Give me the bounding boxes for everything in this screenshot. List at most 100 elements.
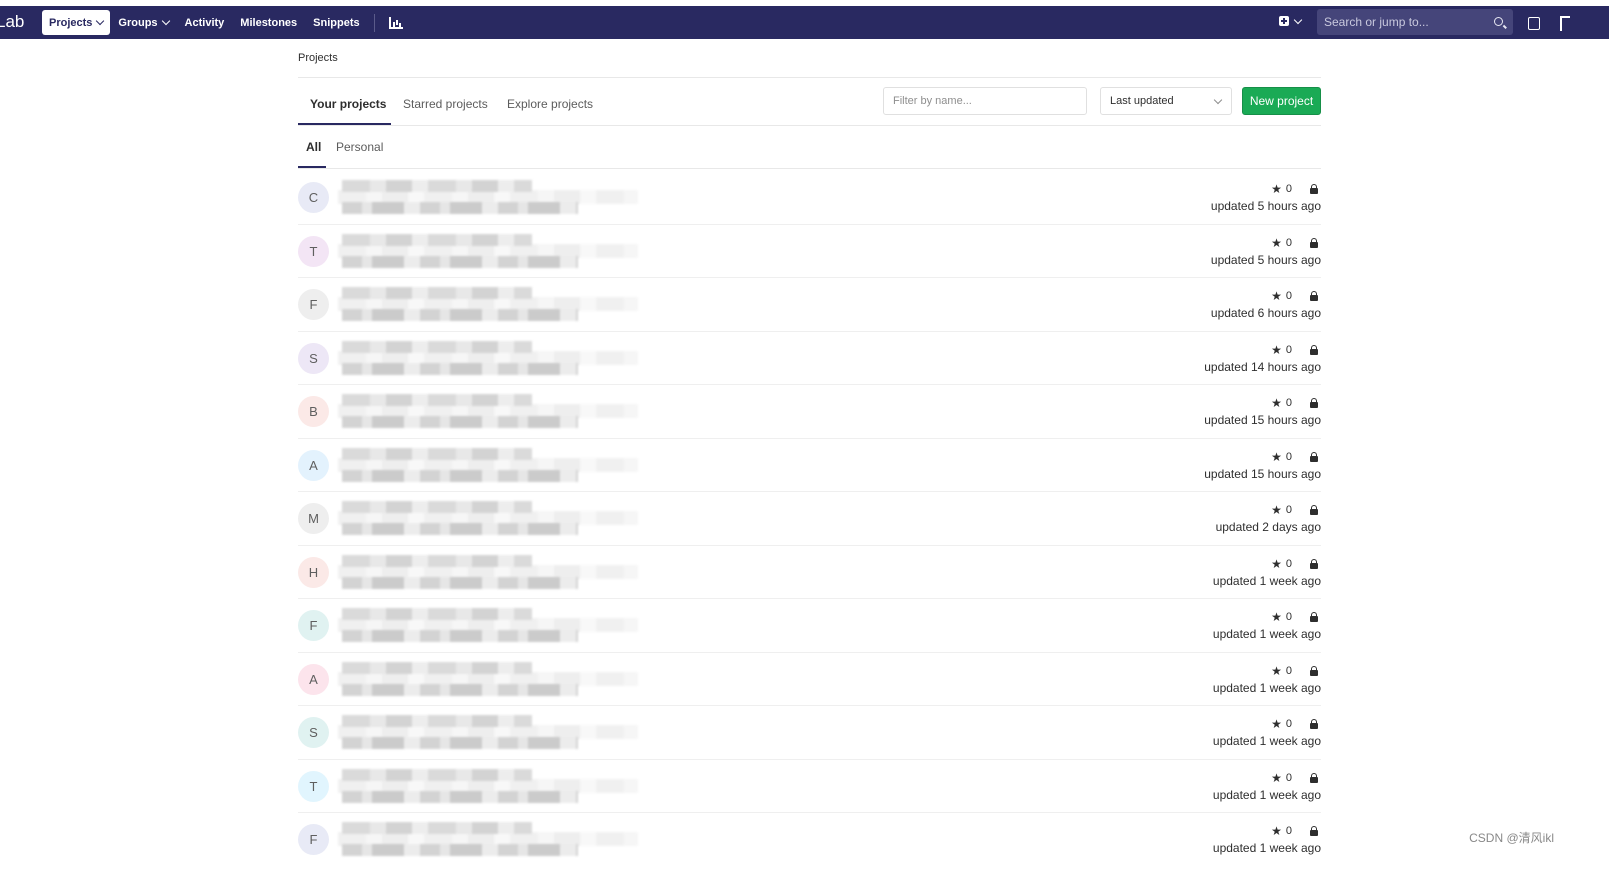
updated-time: updated 5 hours ago [1210, 199, 1321, 213]
nav-groups[interactable]: Groups [110, 10, 176, 35]
redacted-project-description [342, 362, 578, 375]
project-stats: ★ 0 [1213, 557, 1321, 571]
project-avatar[interactable]: M [298, 503, 329, 534]
star-count: 0 [1285, 183, 1292, 195]
project-avatar[interactable]: F [298, 824, 329, 855]
sort-selected-value: Last updated [1110, 95, 1174, 107]
new-project-button[interactable]: New project [1242, 87, 1321, 115]
updated-time: updated 15 hours ago [1204, 466, 1321, 481]
tab-your-projects[interactable]: Your projects [310, 97, 386, 111]
merge-request-icon[interactable] [1560, 16, 1570, 31]
chevron-down-icon [96, 16, 105, 26]
lock-icon [1310, 612, 1318, 622]
star-icon[interactable]: ★ [1271, 611, 1282, 623]
subtab-all[interactable]: All [306, 140, 321, 154]
subtab-personal[interactable]: Personal [336, 140, 383, 154]
nav-projects[interactable]: Projects [42, 10, 111, 35]
gitlab-logo[interactable]: Lab [0, 12, 24, 32]
chevron-down-icon [1293, 15, 1303, 24]
star-icon[interactable]: ★ [1271, 344, 1282, 356]
todo-icon[interactable] [1528, 17, 1540, 30]
star-icon[interactable]: ★ [1271, 237, 1282, 249]
project-row[interactable]: C ★ 0 updated 5 hours ago [298, 171, 1321, 225]
search-input[interactable]: Search or jump to... [1317, 9, 1513, 35]
lock-icon [1310, 772, 1318, 783]
project-row[interactable]: S ★ 0 updated 14 hours ago [298, 332, 1321, 385]
star-icon[interactable]: ★ [1271, 665, 1282, 677]
project-avatar[interactable]: H [298, 556, 329, 588]
star-icon[interactable]: ★ [1271, 772, 1282, 784]
redacted-project-name[interactable] [342, 233, 532, 246]
star-icon[interactable]: ★ [1271, 825, 1282, 837]
nav-snippets[interactable]: Snippets [305, 10, 367, 35]
nav-projects-label: Projects [49, 16, 93, 29]
redacted-project-name[interactable] [342, 554, 532, 567]
redacted-project-name[interactable] [342, 287, 532, 299]
filter-by-name-input[interactable]: Filter by name... [883, 87, 1087, 115]
chart-icon[interactable] [388, 16, 403, 29]
breadcrumb[interactable]: Projects [298, 52, 338, 64]
updated-time: updated 5 hours ago [1210, 252, 1321, 267]
nav-milestones-label: Milestones [240, 16, 298, 29]
redacted-project-name[interactable] [342, 447, 532, 460]
project-avatar[interactable]: B [298, 396, 329, 427]
project-avatar[interactable]: A [298, 663, 329, 695]
nav-milestones[interactable]: Milestones [232, 10, 305, 35]
redacted-project-description [342, 309, 578, 321]
star-icon[interactable]: ★ [1271, 558, 1282, 570]
redacted-project-description [342, 255, 578, 268]
project-meta: ★ 0 updated 5 hours ago [1211, 182, 1321, 213]
tab-explore-projects[interactable]: Explore projects [507, 97, 593, 111]
star-icon[interactable]: ★ [1271, 504, 1282, 516]
project-row[interactable]: F ★ 0 updated 6 hours ago [298, 278, 1321, 332]
redacted-project-name[interactable] [342, 501, 532, 513]
updated-time: updated 1 week ago [1212, 627, 1321, 641]
star-icon[interactable]: ★ [1271, 718, 1282, 730]
new-dropdown-button[interactable] [1279, 15, 1303, 26]
redacted-project-name[interactable] [342, 340, 532, 353]
star-icon[interactable]: ★ [1271, 290, 1282, 302]
redacted-project-name[interactable] [342, 180, 532, 192]
redacted-project-name[interactable] [342, 608, 532, 620]
updated-time: updated 2 days ago [1215, 520, 1321, 534]
project-avatar[interactable]: T [298, 770, 329, 802]
project-avatar[interactable]: T [298, 235, 329, 267]
project-row[interactable]: S ★ 0 updated 1 week ago [298, 706, 1321, 760]
project-avatar[interactable]: F [298, 610, 329, 641]
project-row[interactable]: H ★ 0 updated 1 week ago [298, 546, 1321, 599]
chevron-down-icon [1213, 95, 1223, 105]
star-icon[interactable]: ★ [1271, 183, 1282, 195]
lock-icon [1310, 558, 1318, 569]
project-avatar[interactable]: C [298, 182, 329, 213]
project-avatar[interactable]: A [298, 449, 329, 481]
star-count: 0 [1285, 557, 1292, 570]
project-row[interactable]: M ★ 0 updated 2 days ago [298, 492, 1321, 546]
tab-starred-projects[interactable]: Starred projects [403, 97, 488, 111]
project-row[interactable]: T ★ 0 updated 5 hours ago [298, 225, 1321, 278]
project-avatar[interactable]: S [298, 717, 329, 748]
redacted-project-name[interactable] [342, 822, 532, 834]
redacted-project-name[interactable] [342, 394, 532, 406]
project-meta: ★ 0 updated 14 hours ago [1204, 343, 1321, 374]
project-avatar[interactable]: S [298, 342, 329, 374]
redacted-project-name[interactable] [342, 715, 532, 727]
project-row[interactable]: A ★ 0 updated 15 hours ago [298, 439, 1321, 492]
nav-activity[interactable]: Activity [177, 10, 233, 35]
lock-icon [1310, 398, 1318, 408]
star-icon[interactable]: ★ [1271, 397, 1282, 409]
project-row[interactable]: A ★ 0 updated 1 week ago [298, 653, 1321, 706]
star-icon[interactable]: ★ [1271, 451, 1282, 463]
sort-dropdown[interactable]: Last updated [1100, 87, 1232, 115]
project-meta: ★ 0 updated 15 hours ago [1204, 396, 1321, 427]
redacted-project-name[interactable] [342, 661, 532, 674]
project-stats: ★ 0 [1213, 824, 1321, 838]
project-avatar[interactable]: F [298, 289, 329, 320]
divider [298, 125, 1321, 126]
redacted-project-name[interactable] [342, 768, 532, 781]
project-row[interactable]: F ★ 0 updated 1 week ago [298, 813, 1321, 866]
lock-icon [1310, 237, 1318, 248]
project-row[interactable]: F ★ 0 updated 1 week ago [298, 599, 1321, 653]
project-row[interactable]: B ★ 0 updated 15 hours ago [298, 385, 1321, 439]
project-meta: ★ 0 updated 1 week ago [1213, 664, 1321, 695]
project-row[interactable]: T ★ 0 updated 1 week ago [298, 760, 1321, 813]
